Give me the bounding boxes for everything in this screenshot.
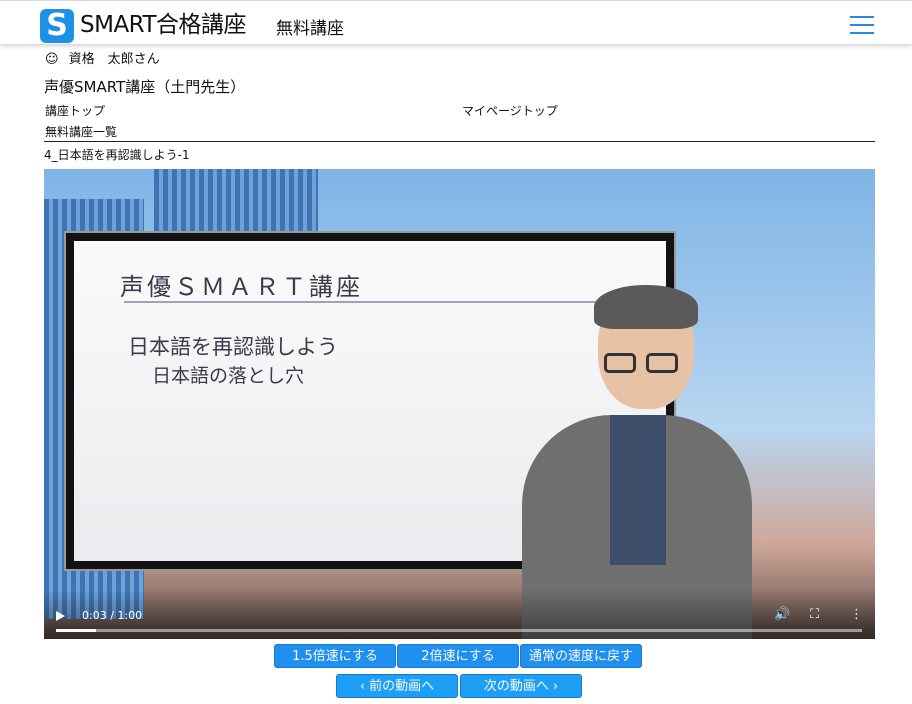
chevron-left-icon: ‹ (359, 679, 366, 694)
slide-line-1: 日本語を再認識しよう (128, 335, 338, 359)
smile-icon: ☺ (45, 52, 59, 67)
top-bar: S SMART合格講座 無料講座 (0, 0, 912, 44)
prev-video-label: 前の動画へ (369, 679, 435, 694)
slide-line-2: 日本語の落とし穴 (152, 365, 305, 387)
next-video-button[interactable]: 次の動画へ › (460, 674, 582, 698)
next-video-label: 次の動画へ (483, 679, 549, 694)
prev-video-button[interactable]: ‹ 前の動画へ (336, 674, 458, 698)
user-info: ☺ 資格 太郎さん (45, 51, 160, 69)
volume-icon[interactable]: 🔊 (774, 607, 790, 622)
video-progress-bar[interactable] (56, 629, 862, 632)
speed-buttons: 1.5倍速にする 2倍速にする 通常の速度に戻す (274, 644, 642, 668)
fullscreen-icon[interactable]: ⛶ (810, 607, 819, 622)
course-title: 声優SMART講座（土門先生） (44, 78, 246, 96)
divider (44, 141, 875, 142)
video-controls: 0:03 / 1:00 🔊 ⛶ ⋮ (44, 589, 875, 639)
free-course-list-link[interactable]: 無料講座一覧 (45, 124, 117, 140)
page-subtitle: 無料講座 (276, 19, 344, 39)
presenter-image (522, 285, 752, 639)
slide-title: 声優ＳＭＡＲＴ講座 (120, 273, 363, 301)
logo-icon[interactable]: S (40, 9, 74, 43)
more-vertical-icon[interactable]: ⋮ (850, 607, 863, 622)
mypage-top-link[interactable]: マイページトップ (462, 103, 558, 119)
speed-1-5x-button[interactable]: 1.5倍速にする (274, 644, 396, 668)
play-icon[interactable] (56, 611, 65, 621)
video-time: 0:03 / 1:00 (82, 609, 143, 622)
chevron-right-icon: › (552, 679, 559, 694)
video-progress-fill (56, 629, 97, 632)
video-player[interactable]: 声優ＳＭＡＲＴ講座 日本語を再認識しよう 日本語の落とし穴 0:03 / 1:0… (44, 169, 875, 639)
brand-name[interactable]: SMART合格講座 (80, 11, 247, 39)
lesson-title: 4_日本語を再認識しよう-1 (44, 148, 190, 162)
video-nav-buttons: ‹ 前の動画へ 次の動画へ › (336, 674, 582, 698)
user-name: 資格 太郎さん (68, 52, 160, 67)
normal-speed-button[interactable]: 通常の速度に戻す (520, 644, 642, 668)
hamburger-icon[interactable] (850, 16, 874, 36)
building-image (154, 169, 318, 239)
course-top-link[interactable]: 講座トップ (45, 103, 105, 119)
speed-2x-button[interactable]: 2倍速にする (397, 644, 519, 668)
